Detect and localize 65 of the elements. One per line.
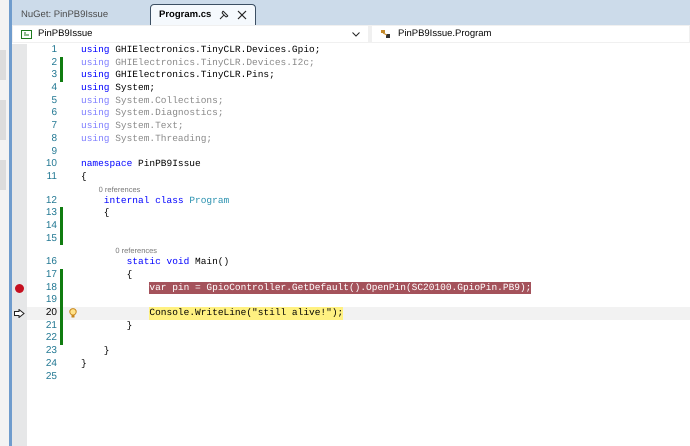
line-number: 9 — [50, 146, 58, 158]
line-number: 8 — [50, 132, 58, 146]
keyword-text: using — [81, 56, 110, 70]
editor-tab[interactable]: Program.cs — [150, 4, 256, 25]
editor-tab[interactable]: NuGet: PinPB9Issue — [15, 5, 148, 25]
line-number: 22 — [44, 332, 58, 346]
line-number: 7 — [50, 120, 58, 133]
line-number: 24 — [44, 358, 58, 371]
line-number: 5 — [50, 94, 58, 108]
keyword-text: using — [81, 69, 110, 82]
member-dropdown[interactable]: PinPB9Issue.Program — [372, 26, 689, 42]
line-number: 3 — [50, 69, 58, 82]
code-text: Main() — [195, 256, 230, 270]
line-number: 17 — [44, 269, 58, 282]
keyword-text: internal class — [104, 194, 185, 208]
project-icon — [21, 30, 32, 38]
code-text: { — [126, 269, 132, 282]
line-number: 6 — [50, 107, 58, 120]
code-text: GHIElectronics.TinyCLR.Devices.Gpio; — [115, 44, 320, 57]
code-text: GHIElectronics.TinyCLR.Pins; — [115, 69, 275, 82]
line-number: 13 — [44, 207, 58, 220]
line-number: 1 — [50, 44, 58, 57]
code-text: System.Diagnostics; — [115, 107, 224, 120]
chevron-down-icon — [352, 32, 360, 36]
keyword-text: using — [81, 82, 110, 95]
current-statement-text: Console.WriteLine("still alive!"); — [149, 307, 344, 320]
line-number: 20 — [44, 307, 58, 320]
line-number: 16 — [44, 256, 58, 270]
keyword-text: static void — [126, 256, 190, 270]
line-number: 4 — [50, 82, 58, 95]
code-text: { — [104, 207, 110, 220]
line-number: 18 — [44, 282, 58, 294]
line-number: 23 — [44, 345, 58, 358]
code-text: PinPB9Issue — [138, 158, 201, 171]
class-icon — [380, 29, 392, 39]
keyword-text: using — [81, 107, 110, 120]
line-number: 25 — [44, 370, 58, 384]
breakpoint-code-text: var pin = GpioController.GetDefault().OpenPin(SC20100.GpioPin.PB9); — [149, 282, 532, 294]
line-number: 10 — [44, 158, 58, 171]
code-text: System.Collections; — [115, 94, 224, 108]
keyword-text: using — [81, 132, 110, 146]
line-number: 14 — [44, 220, 58, 233]
line-number: 2 — [50, 56, 58, 70]
code-text: } — [81, 358, 87, 371]
code-text: System.Threading; — [115, 132, 212, 146]
line-number: 11 — [46, 170, 58, 184]
close-icon[interactable] — [237, 10, 248, 20]
line-number: 21 — [44, 320, 58, 332]
pin-icon[interactable] — [219, 10, 230, 20]
lightbulb-icon[interactable] — [68, 308, 76, 318]
keyword-text: namespace — [81, 158, 132, 171]
code-text: { — [81, 170, 87, 184]
code-text: GHIElectronics.TinyCLR.Devices.I2c; — [115, 56, 315, 70]
line-number: 12 — [44, 194, 58, 208]
line-number: 19 — [44, 294, 58, 308]
code-text: } — [126, 320, 132, 332]
code-text: System; — [115, 82, 156, 95]
code-text: System.Text; — [115, 120, 184, 133]
code-text: } — [104, 345, 110, 358]
line-number: 15 — [44, 232, 58, 246]
keyword-text: using — [81, 94, 110, 108]
keyword-text: using — [81, 120, 110, 133]
keyword-text: using — [81, 44, 110, 57]
type-name-text: Program — [189, 194, 230, 208]
project-dropdown[interactable]: PinPB9Issue — [13, 26, 368, 42]
